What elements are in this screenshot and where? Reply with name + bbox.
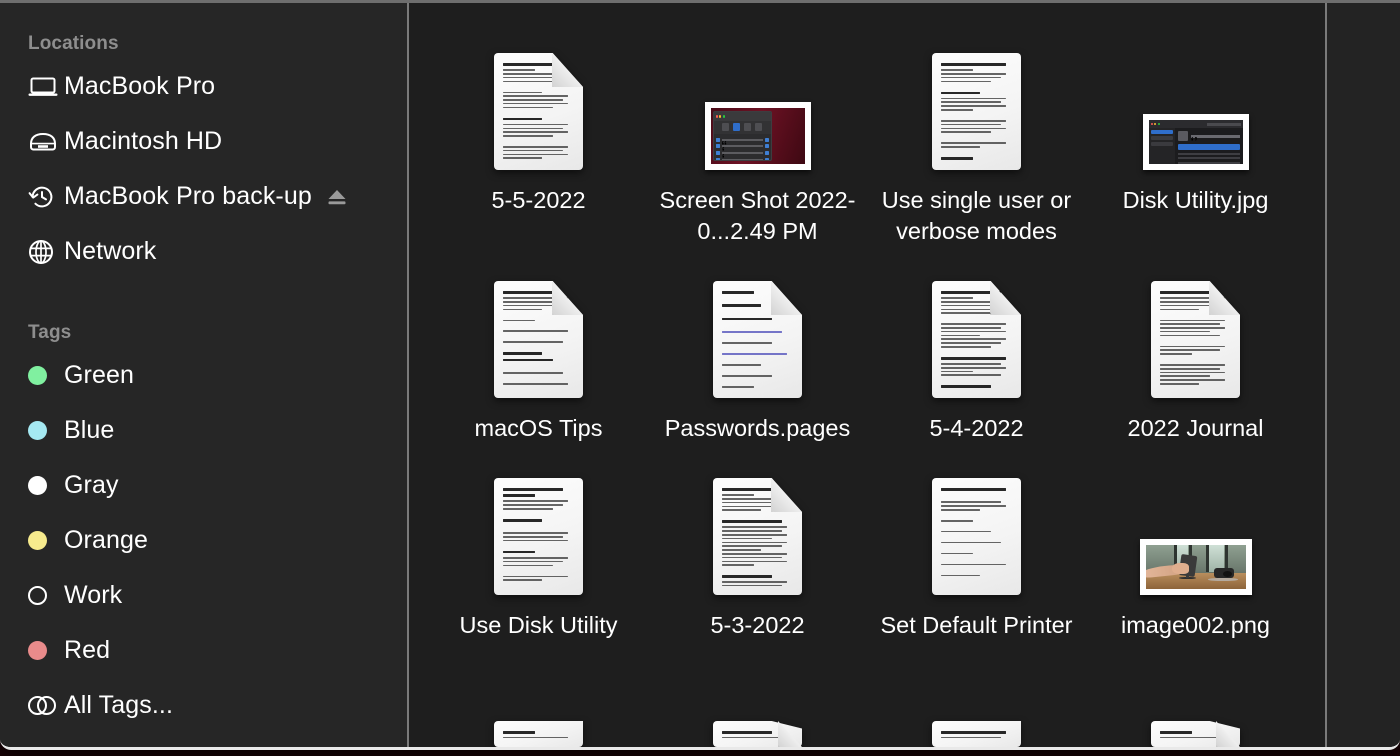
document-icon bbox=[1151, 721, 1240, 747]
file-thumbnail bbox=[650, 464, 865, 597]
file-item[interactable]: Disk Utility.jpg bbox=[1088, 39, 1303, 247]
document-icon bbox=[494, 53, 583, 170]
finder-icon-view: 5-5-2022 Screen Shot 2022-0...2.49 PM Us… bbox=[409, 3, 1327, 747]
photo-thumbnail-icon bbox=[1139, 539, 1252, 595]
file-thumbnail bbox=[1088, 39, 1303, 172]
sidebar-item-macintosh-hd[interactable]: Macintosh HD bbox=[0, 114, 407, 169]
eject-icon[interactable] bbox=[326, 187, 348, 207]
sidebar-item-label: Gray bbox=[64, 471, 119, 499]
sidebar-tag-blue[interactable]: Blue bbox=[0, 403, 407, 458]
file-thumbnail bbox=[1088, 464, 1303, 597]
file-name-label: Screen Shot 2022-0...2.49 PM bbox=[659, 187, 856, 244]
file-item[interactable]: Passwords.pages bbox=[650, 267, 865, 444]
file-name-label: image002.png bbox=[1121, 612, 1270, 638]
sidebar-item-label: All Tags... bbox=[64, 691, 174, 719]
file-item[interactable]: 2022 Journal bbox=[1088, 267, 1303, 444]
document-icon bbox=[494, 478, 583, 595]
sidebar-item-label: Blue bbox=[64, 416, 115, 444]
sidebar-item-label: Macintosh HD bbox=[64, 127, 223, 155]
file-thumbnail bbox=[1088, 267, 1303, 400]
internal-drive-icon bbox=[28, 131, 64, 153]
document-icon bbox=[932, 281, 1021, 398]
tag-ring-icon bbox=[28, 586, 64, 605]
file-name-label: 5-3-2022 bbox=[710, 612, 805, 638]
file-item[interactable] bbox=[869, 721, 1084, 747]
file-name-label: macOS Tips bbox=[474, 415, 603, 441]
finder-right-pane bbox=[1327, 3, 1400, 747]
file-name-label: Use Disk Utility bbox=[459, 612, 618, 638]
sidebar-tag-green[interactable]: Green bbox=[0, 348, 407, 403]
file-name-label: 5-4-2022 bbox=[929, 415, 1024, 441]
file-grid-partial-row bbox=[409, 721, 1325, 747]
file-item[interactable] bbox=[1088, 721, 1303, 747]
tag-dot-icon bbox=[28, 476, 64, 495]
file-item[interactable]: image002.png bbox=[1088, 464, 1303, 641]
document-icon bbox=[932, 53, 1021, 170]
sidebar-section-tags-title: Tags bbox=[28, 322, 72, 343]
sidebar-item-label: Green bbox=[64, 361, 134, 389]
file-thumbnail bbox=[869, 464, 1084, 597]
sidebar-item-network[interactable]: Network bbox=[0, 224, 407, 279]
time-machine-icon bbox=[28, 183, 64, 211]
sidebar-item-label: MacBook Pro bbox=[64, 72, 216, 100]
file-name-label: 2022 Journal bbox=[1127, 415, 1264, 441]
document-icon bbox=[1151, 281, 1240, 398]
file-item[interactable]: macOS Tips bbox=[431, 267, 646, 444]
document-icon bbox=[713, 478, 802, 595]
file-name-label: Passwords.pages bbox=[664, 415, 851, 441]
file-thumbnail bbox=[869, 267, 1084, 400]
finder-window-body: Locations MacBook Pro Macintosh HD MacBo… bbox=[0, 3, 1400, 747]
laptop-icon bbox=[28, 76, 64, 98]
sidebar-item-label: MacBook Pro back-up bbox=[64, 182, 312, 210]
finder-window: Locations MacBook Pro Macintosh HD MacBo… bbox=[0, 0, 1400, 750]
file-thumbnail bbox=[650, 267, 865, 400]
document-icon bbox=[713, 281, 802, 398]
file-item[interactable]: Screen Shot 2022-0...2.49 PM bbox=[650, 39, 865, 247]
finder-sidebar: Locations MacBook Pro Macintosh HD MacBo… bbox=[0, 3, 409, 747]
tag-dot-icon bbox=[28, 421, 64, 440]
sidebar-item-label: Network bbox=[64, 237, 157, 265]
file-item[interactable]: 5-5-2022 bbox=[431, 39, 646, 247]
file-thumbnail bbox=[431, 39, 646, 172]
sidebar-item-macbook-pro[interactable]: MacBook Pro bbox=[0, 59, 407, 114]
document-icon bbox=[494, 721, 583, 747]
file-thumbnail bbox=[650, 39, 865, 172]
document-icon bbox=[932, 721, 1021, 747]
tag-dot-icon bbox=[28, 531, 64, 550]
file-name-label: Use single user or verbose modes bbox=[881, 187, 1072, 244]
sidebar-item-label: Orange bbox=[64, 526, 148, 554]
file-item[interactable]: Use single user or verbose modes bbox=[869, 39, 1084, 247]
sidebar-item-label: Red bbox=[64, 636, 111, 664]
file-name-label: 5-5-2022 bbox=[491, 187, 586, 213]
document-icon bbox=[713, 721, 802, 747]
file-thumbnail bbox=[431, 464, 646, 597]
file-item[interactable]: Use Disk Utility bbox=[431, 464, 646, 641]
sidebar-section-locations-title: Locations bbox=[28, 33, 119, 54]
screenshot-thumbnail-icon bbox=[1142, 114, 1249, 170]
file-item[interactable]: Set Default Printer bbox=[869, 464, 1084, 641]
sidebar-tag-gray[interactable]: Gray bbox=[0, 458, 407, 513]
file-name-label: Set Default Printer bbox=[880, 612, 1073, 638]
file-item[interactable]: 5-3-2022 bbox=[650, 464, 865, 641]
globe-icon bbox=[28, 239, 64, 265]
all-tags-icon bbox=[28, 695, 64, 716]
sidebar-tag-all-tags[interactable]: All Tags... bbox=[0, 678, 407, 733]
document-icon bbox=[494, 281, 583, 398]
sidebar-item-macbook-pro-backup[interactable]: MacBook Pro back-up bbox=[0, 169, 407, 224]
sidebar-tag-work[interactable]: Work bbox=[0, 568, 407, 623]
sidebar-tag-orange[interactable]: Orange bbox=[0, 513, 407, 568]
tag-dot-icon bbox=[28, 366, 64, 385]
screenshot-thumbnail-icon bbox=[704, 102, 811, 170]
file-thumbnail bbox=[431, 267, 646, 400]
file-item[interactable]: 5-4-2022 bbox=[869, 267, 1084, 444]
sidebar-item-label: Work bbox=[64, 581, 123, 609]
tag-dot-icon bbox=[28, 641, 64, 660]
file-item[interactable] bbox=[431, 721, 646, 747]
file-thumbnail bbox=[869, 39, 1084, 172]
document-icon bbox=[932, 478, 1021, 595]
file-grid: 5-5-2022 Screen Shot 2022-0...2.49 PM Us… bbox=[409, 3, 1325, 641]
sidebar-tag-red[interactable]: Red bbox=[0, 623, 407, 678]
file-item[interactable] bbox=[650, 721, 865, 747]
file-name-label: Disk Utility.jpg bbox=[1122, 187, 1269, 213]
